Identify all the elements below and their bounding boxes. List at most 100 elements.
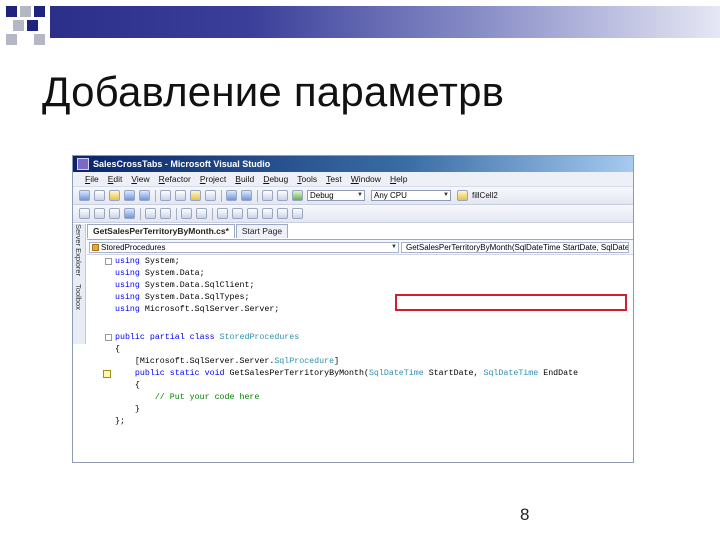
menu-file[interactable]: File	[85, 174, 99, 184]
complete-word-icon[interactable]	[124, 208, 135, 219]
quick-info-icon[interactable]	[109, 208, 120, 219]
solution-configuration-select[interactable]: Debug ▼	[307, 190, 365, 201]
tab-getsalesperterritorybymonth[interactable]: GetSalesPerTerritoryByMonth.cs*	[87, 224, 235, 238]
save-icon[interactable]	[124, 190, 135, 201]
code-line: public partial class StoredProcedures	[115, 332, 299, 344]
delete-icon[interactable]	[205, 190, 216, 201]
menu-test[interactable]: Test	[326, 174, 342, 184]
code-line: using System.Data.SqlTypes;	[115, 292, 249, 304]
navigation-bar: StoredProcedures ▼ GetSalesPerTerritoryB…	[87, 240, 633, 255]
code-text: {	[115, 381, 140, 390]
window-titlebar[interactable]: SalesCrossTabs - Microsoft Visual Studio	[73, 156, 633, 172]
uncomment-icon[interactable]	[196, 208, 207, 219]
find-in-files-icon[interactable]	[457, 190, 468, 201]
menu-window[interactable]: Window	[351, 174, 381, 184]
code-text: System.Data.SqlClient;	[139, 281, 255, 290]
code-line: // Put your code here	[115, 392, 260, 404]
code-text: };	[115, 417, 125, 426]
cut-icon[interactable]	[160, 190, 171, 201]
toolbar-separator	[221, 189, 222, 202]
new-project-icon[interactable]	[79, 190, 90, 201]
start-debugging-icon[interactable]	[292, 190, 303, 201]
visual-studio-window: SalesCrossTabs - Microsoft Visual Studio…	[72, 155, 634, 463]
decor-square	[27, 20, 38, 31]
decor-square	[20, 6, 31, 17]
keyword: using	[115, 305, 140, 314]
paste-icon[interactable]	[190, 190, 201, 201]
document-tabs: GetSalesPerTerritoryByMonth.cs* Start Pa…	[87, 224, 289, 238]
text-editor-toolbar	[73, 205, 633, 223]
header-gradient-bar	[50, 6, 720, 38]
redo-icon[interactable]	[241, 190, 252, 201]
configuration-value: Debug	[310, 191, 334, 200]
code-line: using System.Data.SqlClient;	[115, 280, 254, 292]
menu-refactor[interactable]: Refactor	[159, 174, 191, 184]
parameter-info-icon[interactable]	[94, 208, 105, 219]
code-text: {	[115, 345, 120, 354]
keyword: using	[115, 257, 140, 266]
code-text: System;	[139, 257, 180, 266]
navigate-backward-icon[interactable]	[262, 190, 273, 201]
navigate-forward-icon[interactable]	[277, 190, 288, 201]
clear-bookmarks-icon[interactable]	[292, 208, 303, 219]
collapse-icon[interactable]	[105, 334, 112, 341]
undo-icon[interactable]	[226, 190, 237, 201]
member-select[interactable]: GetSalesPerTerritoryByMonth(SqlDateTime …	[401, 241, 629, 253]
menu-edit[interactable]: Edit	[108, 174, 123, 184]
copy-icon[interactable]	[175, 190, 186, 201]
keyword: using	[115, 281, 140, 290]
code-line: using Microsoft.SqlServer.Server;	[115, 304, 279, 316]
code-line: public static void GetSalesPerTerritoryB…	[115, 368, 578, 380]
type-name: SqlProcedure	[274, 357, 335, 366]
class-select-value: StoredProcedures	[101, 242, 166, 252]
side-panel: Server Explorer Toolbox	[73, 224, 86, 344]
find-box[interactable]: fillCell2	[472, 191, 498, 200]
next-bookmark-in-folder-icon[interactable]	[277, 208, 288, 219]
keyword: using	[115, 293, 140, 302]
collapse-icon[interactable]	[105, 258, 112, 265]
toolbox-tab[interactable]: Toolbox	[74, 284, 83, 310]
decor-square	[6, 6, 17, 17]
toolbar-separator	[176, 207, 177, 220]
display-object-member-list-icon[interactable]	[79, 208, 90, 219]
increase-indent-icon[interactable]	[160, 208, 171, 219]
menu-tools[interactable]: Tools	[297, 174, 317, 184]
comment-out-icon[interactable]	[181, 208, 192, 219]
code-text: }	[115, 405, 140, 414]
code-line: }	[115, 404, 140, 416]
class-select[interactable]: StoredProcedures ▼	[89, 241, 399, 253]
code-text: System.Data;	[139, 269, 205, 278]
add-item-icon[interactable]	[94, 190, 105, 201]
collapse-icon[interactable]	[103, 370, 111, 378]
page-number: 8	[520, 505, 530, 524]
open-file-icon[interactable]	[109, 190, 120, 201]
decrease-indent-icon[interactable]	[145, 208, 156, 219]
code-editor[interactable]: StoredProcedures ▼ GetSalesPerTerritoryB…	[87, 239, 633, 462]
menu-build[interactable]: Build	[235, 174, 254, 184]
code-line: using System;	[115, 256, 180, 268]
next-bookmark-icon[interactable]	[247, 208, 258, 219]
menu-help[interactable]: Help	[390, 174, 407, 184]
type-name: SqlDateTime	[368, 369, 424, 378]
method-name: GetSalesPerTerritoryByMonth(	[224, 369, 369, 378]
tab-start-page[interactable]: Start Page	[235, 224, 289, 238]
toggle-bookmark-icon[interactable]	[217, 208, 228, 219]
chevron-down-icon: ▼	[391, 243, 397, 250]
decor-square	[34, 6, 45, 17]
code-comment: // Put your code here	[115, 393, 260, 402]
save-all-icon[interactable]	[139, 190, 150, 201]
menu-debug[interactable]: Debug	[263, 174, 288, 184]
toolbar-separator	[140, 207, 141, 220]
code-text: EndDate	[538, 369, 579, 378]
server-explorer-tab[interactable]: Server Explorer	[74, 224, 83, 276]
code-text: Microsoft.SqlServer.Server;	[139, 305, 280, 314]
code-text: [Microsoft.SqlServer.Server.	[115, 357, 275, 366]
previous-bookmark-in-folder-icon[interactable]	[262, 208, 273, 219]
toolbar-separator	[257, 189, 258, 202]
keyword: using	[115, 269, 140, 278]
previous-bookmark-icon[interactable]	[232, 208, 243, 219]
solution-platform-select[interactable]: Any CPU ▼	[371, 190, 451, 201]
chevron-down-icon: ▼	[357, 192, 363, 198]
menu-view[interactable]: View	[131, 174, 149, 184]
menu-project[interactable]: Project	[200, 174, 226, 184]
